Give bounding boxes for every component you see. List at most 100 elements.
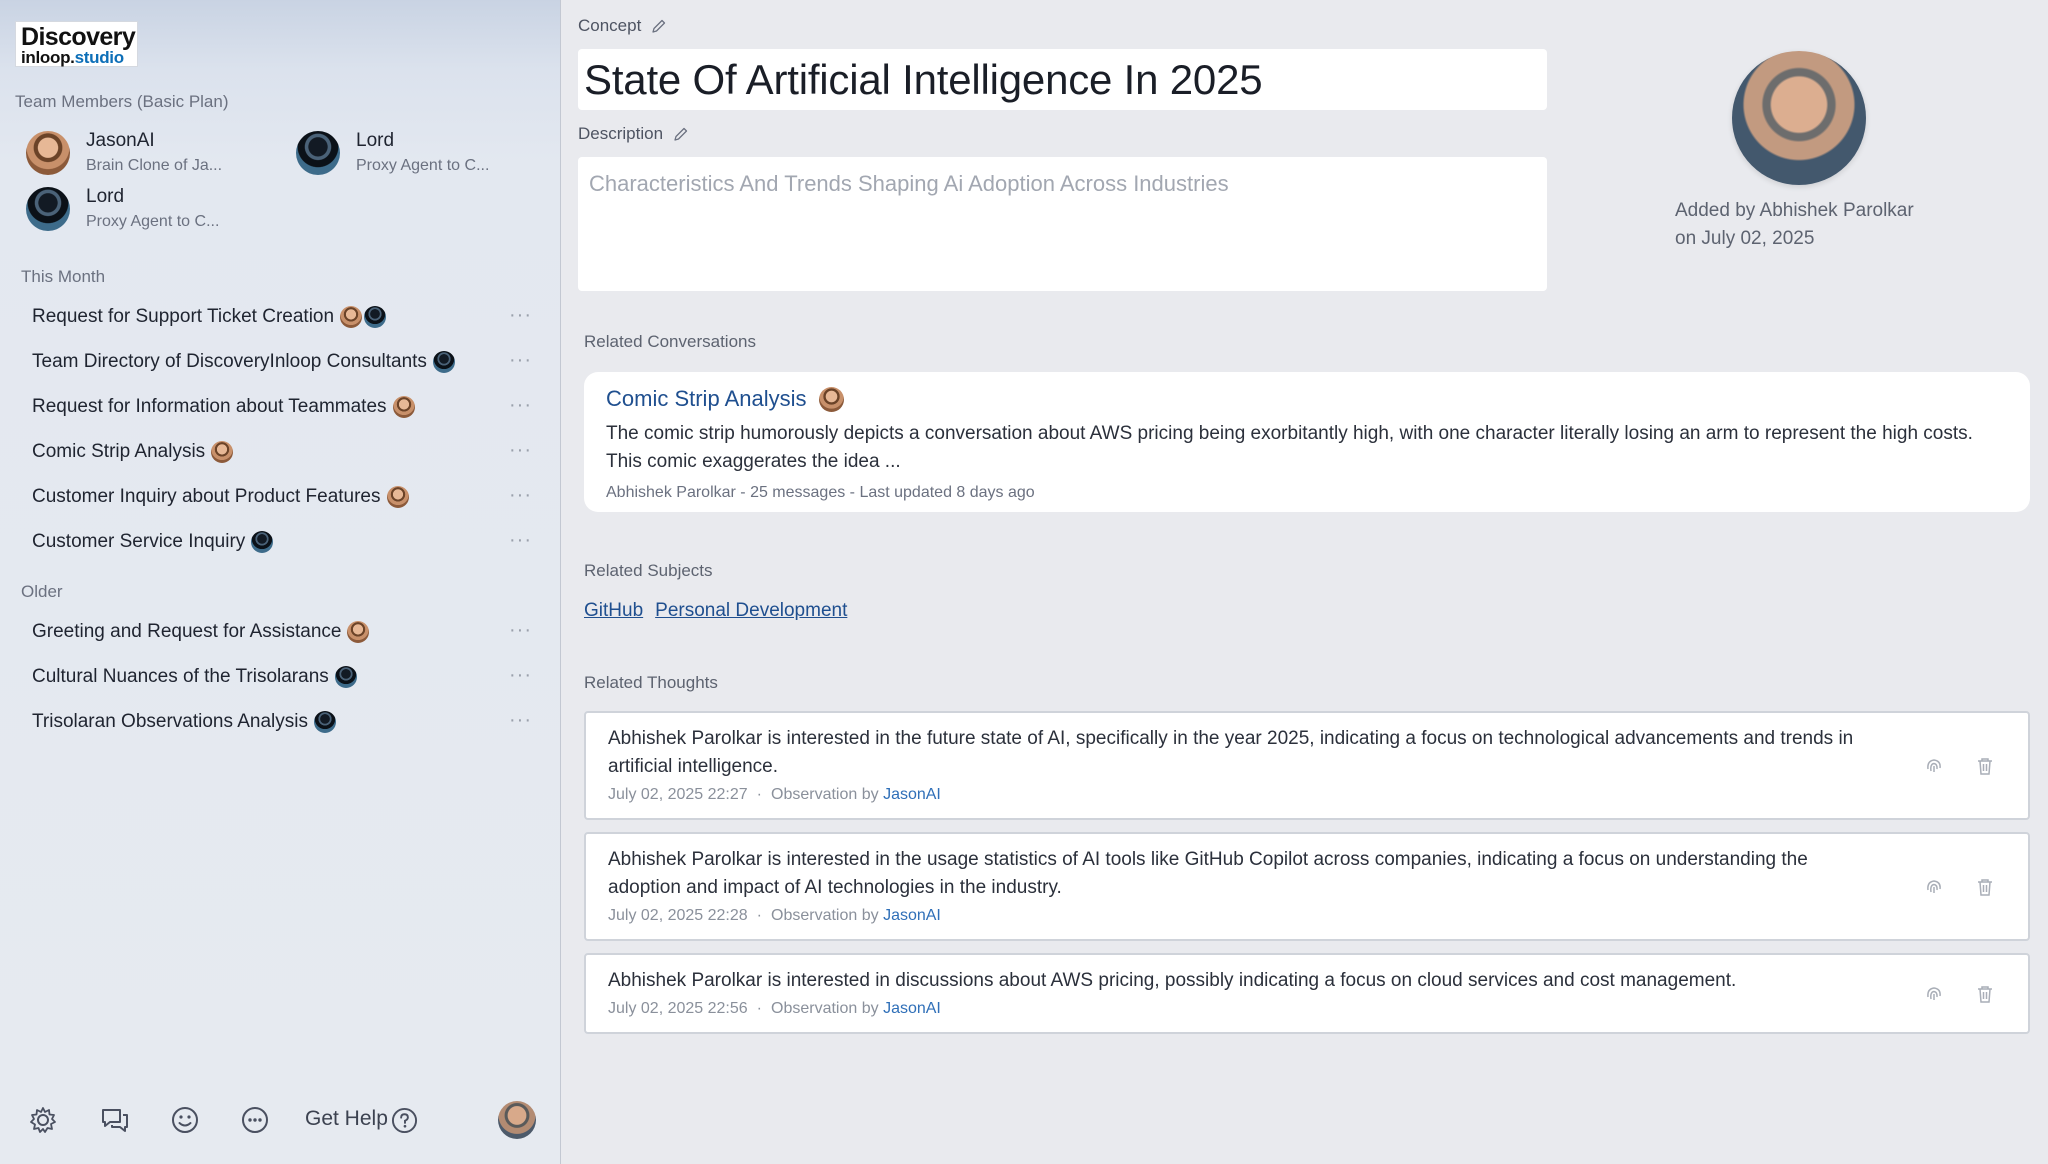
conversation-title: Request for Information about Teammates xyxy=(32,396,387,417)
conversation-title: Customer Inquiry about Product Features xyxy=(32,486,381,507)
more-options-icon[interactable]: ··· xyxy=(509,530,532,550)
observation-prefix: Observation by xyxy=(771,1000,879,1017)
related-conversation-title[interactable]: Comic Strip Analysis xyxy=(606,386,807,412)
conversation-title: Greeting and Request for Assistance xyxy=(32,621,342,642)
sidebar-conversation-item[interactable]: Comic Strip Analysis ··· xyxy=(32,432,532,472)
sidebar: Discovery inloop.studio Team Members (Ba… xyxy=(0,0,561,1164)
fingerprint-icon[interactable] xyxy=(1923,876,1945,898)
observer-link[interactable]: JasonAI xyxy=(883,1000,941,1017)
fingerprint-icon[interactable] xyxy=(1923,755,1945,777)
lord-avatar xyxy=(313,711,336,733)
sidebar-conversation-item[interactable]: Request for Support Ticket Creation ··· xyxy=(32,297,532,337)
conversation-title: Comic Strip Analysis xyxy=(32,441,206,462)
related-conversation-summary: The comic strip humorously depicts a con… xyxy=(606,423,1973,472)
chat-bubbles-icon[interactable] xyxy=(100,1105,130,1135)
conversation-title: Cultural Nuances of the Trisolarans xyxy=(32,666,329,687)
description-text: Characteristics And Trends Shaping Ai Ad… xyxy=(589,171,1229,196)
lord-avatar xyxy=(334,666,357,688)
lord-avatar xyxy=(296,131,340,175)
subject-link-github[interactable]: GitHub xyxy=(584,600,643,622)
jason-avatar xyxy=(211,441,234,463)
get-help-link[interactable]: Get Help xyxy=(305,1107,388,1131)
description-label-text: Description xyxy=(578,124,664,143)
current-user-avatar[interactable] xyxy=(498,1101,536,1139)
observation-prefix: Observation by xyxy=(771,786,879,803)
conversation-title: Team Directory of DiscoveryInloop Consul… xyxy=(32,351,427,372)
observer-link[interactable]: JasonAI xyxy=(883,786,941,803)
concept-title: State Of Artificial Intelligence In 2025 xyxy=(584,55,1263,103)
sidebar-conversation-item[interactable]: Customer Inquiry about Product Features … xyxy=(32,477,532,517)
logo-line-2-main: inloop. xyxy=(21,48,75,67)
jason-avatar xyxy=(340,306,363,328)
thought-text: Abhishek Parolkar is interested in the f… xyxy=(608,728,1854,777)
lord-avatar xyxy=(364,306,387,328)
related-subjects-list: GitHub Personal Development xyxy=(584,600,859,622)
edit-pencil-icon[interactable] xyxy=(651,18,667,34)
jason-avatar xyxy=(818,386,844,412)
trash-icon[interactable] xyxy=(1974,755,1996,777)
more-options-icon[interactable]: ··· xyxy=(509,395,532,415)
team-members-label: Team Members (Basic Plan) xyxy=(15,92,229,111)
team-member-lord-1[interactable]: Lord Proxy Agent to C... xyxy=(296,129,506,177)
team-member-lord-2[interactable]: Lord Proxy Agent to C... xyxy=(26,185,236,233)
edit-pencil-icon[interactable] xyxy=(673,126,689,142)
older-label: Older xyxy=(21,582,63,601)
description-field[interactable]: Characteristics And Trends Shaping Ai Ad… xyxy=(578,157,1547,291)
added-by-line: Added by Abhishek Parolkar xyxy=(1675,200,1914,221)
lord-avatar xyxy=(251,531,274,553)
more-options-icon[interactable]: ··· xyxy=(509,620,532,640)
more-options-icon[interactable]: ··· xyxy=(509,350,532,370)
related-subjects-label: Related Subjects xyxy=(584,561,713,580)
settings-gear-icon[interactable] xyxy=(28,1105,58,1135)
member-name: JasonAI xyxy=(86,130,155,151)
jason-avatar xyxy=(392,396,415,418)
sidebar-conversation-item[interactable]: Team Directory of DiscoveryInloop Consul… xyxy=(32,342,532,382)
more-options-icon[interactable]: ··· xyxy=(509,665,532,685)
thought-meta: July 02, 2025 22:27 · Observation by Jason… xyxy=(608,786,2006,804)
sidebar-conversation-item[interactable]: Greeting and Request for Assistance ··· xyxy=(32,612,532,652)
fingerprint-icon[interactable] xyxy=(1923,983,1945,1005)
meta-separator: · xyxy=(756,1000,762,1017)
conversation-title: Trisolaran Observations Analysis xyxy=(32,711,308,732)
meta-separator: · xyxy=(756,786,762,803)
more-options-icon[interactable]: ··· xyxy=(509,485,532,505)
thought-text: Abhishek Parolkar is interested in the u… xyxy=(608,849,1808,898)
conversation-title: Request for Support Ticket Creation xyxy=(32,306,335,327)
more-circle-icon[interactable] xyxy=(240,1105,270,1135)
sidebar-conversation-item[interactable]: Customer Service Inquiry ··· xyxy=(32,522,532,562)
more-options-icon[interactable]: ··· xyxy=(509,305,532,325)
trash-icon[interactable] xyxy=(1974,983,1996,1005)
more-options-icon[interactable]: ··· xyxy=(509,440,532,460)
related-thoughts-label: Related Thoughts xyxy=(584,673,718,692)
sidebar-conversation-item[interactable]: Trisolaran Observations Analysis ··· xyxy=(32,702,532,742)
related-conversation-card[interactable]: Comic Strip Analysis The comic strip hum… xyxy=(584,372,2030,512)
smiley-icon[interactable] xyxy=(170,1105,200,1135)
team-member-jasonai[interactable]: JasonAI Brain Clone of Ja... xyxy=(26,129,236,177)
thought-meta: July 02, 2025 22:28 · Observation by Jason… xyxy=(608,907,2006,925)
more-options-icon[interactable]: ··· xyxy=(509,710,532,730)
conversation-title: Customer Service Inquiry xyxy=(32,531,246,552)
logo-line-1: Discovery xyxy=(21,23,136,51)
thought-date: July 02, 2025 22:27 xyxy=(608,786,748,803)
concept-label: Concept xyxy=(578,16,667,36)
thought-card: Abhishek Parolkar is interested in the f… xyxy=(584,711,2030,820)
author-avatar xyxy=(1732,51,1866,185)
thought-text: Abhishek Parolkar is interested in discu… xyxy=(608,970,1737,991)
trash-icon[interactable] xyxy=(1974,876,1996,898)
sidebar-conversation-item[interactable]: Request for Information about Teammates … xyxy=(32,387,532,427)
member-name: Lord xyxy=(86,186,125,207)
help-question-icon[interactable] xyxy=(391,1107,418,1134)
jason-avatar xyxy=(26,131,70,175)
description-label: Description xyxy=(578,124,689,144)
jason-avatar xyxy=(347,621,370,643)
member-name: Lord xyxy=(356,130,395,151)
discovery-inloop-logo[interactable]: Discovery inloop.studio xyxy=(15,21,138,67)
subject-link-personal-development[interactable]: Personal Development xyxy=(655,600,847,622)
member-subtitle: Proxy Agent to C... xyxy=(356,157,490,174)
jason-avatar xyxy=(386,486,409,508)
meta-separator: · xyxy=(756,907,762,924)
observer-link[interactable]: JasonAI xyxy=(883,907,941,924)
sidebar-conversation-item[interactable]: Cultural Nuances of the Trisolarans ··· xyxy=(32,657,532,697)
concept-title-field[interactable]: State Of Artificial Intelligence In 2025 xyxy=(578,49,1547,110)
related-conversation-meta: Abhishek Parolkar - 25 messages - Last u… xyxy=(606,484,1035,501)
